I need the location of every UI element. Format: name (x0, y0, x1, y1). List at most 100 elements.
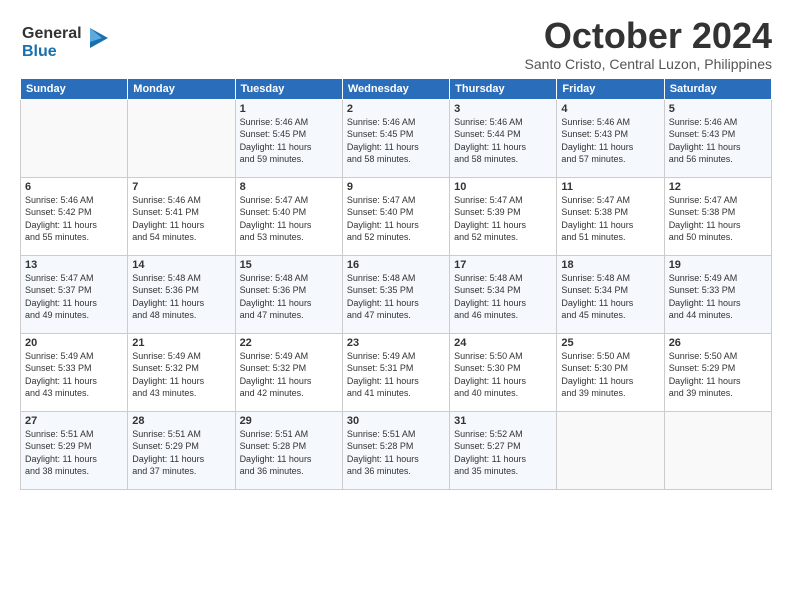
calendar-cell: 11Sunrise: 5:47 AMSunset: 5:38 PMDayligh… (557, 177, 664, 255)
calendar-cell: 5Sunrise: 5:46 AMSunset: 5:43 PMDaylight… (664, 99, 771, 177)
calendar-cell (664, 411, 771, 489)
calendar-cell: 25Sunrise: 5:50 AMSunset: 5:30 PMDayligh… (557, 333, 664, 411)
day-info: Sunrise: 5:46 AMSunset: 5:43 PMDaylight:… (561, 116, 659, 166)
day-info: Sunrise: 5:46 AMSunset: 5:43 PMDaylight:… (669, 116, 767, 166)
day-number: 26 (669, 337, 767, 349)
calendar-cell: 3Sunrise: 5:46 AMSunset: 5:44 PMDaylight… (450, 99, 557, 177)
col-header-tuesday: Tuesday (235, 78, 342, 99)
day-number: 16 (347, 259, 445, 271)
day-number: 13 (25, 259, 123, 271)
day-number: 14 (132, 259, 230, 271)
day-info: Sunrise: 5:46 AMSunset: 5:42 PMDaylight:… (25, 194, 123, 244)
day-info: Sunrise: 5:51 AMSunset: 5:29 PMDaylight:… (25, 428, 123, 478)
day-info: Sunrise: 5:50 AMSunset: 5:30 PMDaylight:… (561, 350, 659, 400)
logo: General Blue (20, 20, 110, 64)
col-header-wednesday: Wednesday (342, 78, 449, 99)
day-info: Sunrise: 5:49 AMSunset: 5:32 PMDaylight:… (240, 350, 338, 400)
calendar-cell: 29Sunrise: 5:51 AMSunset: 5:28 PMDayligh… (235, 411, 342, 489)
calendar-cell: 1Sunrise: 5:46 AMSunset: 5:45 PMDaylight… (235, 99, 342, 177)
day-info: Sunrise: 5:47 AMSunset: 5:39 PMDaylight:… (454, 194, 552, 244)
day-info: Sunrise: 5:49 AMSunset: 5:32 PMDaylight:… (132, 350, 230, 400)
day-info: Sunrise: 5:49 AMSunset: 5:31 PMDaylight:… (347, 350, 445, 400)
day-number: 3 (454, 103, 552, 115)
day-number: 28 (132, 415, 230, 427)
day-number: 25 (561, 337, 659, 349)
svg-text:General: General (22, 25, 82, 42)
col-header-friday: Friday (557, 78, 664, 99)
day-info: Sunrise: 5:46 AMSunset: 5:45 PMDaylight:… (347, 116, 445, 166)
day-number: 9 (347, 181, 445, 193)
calendar-cell: 4Sunrise: 5:46 AMSunset: 5:43 PMDaylight… (557, 99, 664, 177)
calendar-cell: 2Sunrise: 5:46 AMSunset: 5:45 PMDaylight… (342, 99, 449, 177)
calendar-cell: 30Sunrise: 5:51 AMSunset: 5:28 PMDayligh… (342, 411, 449, 489)
day-info: Sunrise: 5:46 AMSunset: 5:44 PMDaylight:… (454, 116, 552, 166)
calendar-cell (128, 99, 235, 177)
day-number: 17 (454, 259, 552, 271)
day-number: 12 (669, 181, 767, 193)
day-info: Sunrise: 5:50 AMSunset: 5:29 PMDaylight:… (669, 350, 767, 400)
calendar-cell: 24Sunrise: 5:50 AMSunset: 5:30 PMDayligh… (450, 333, 557, 411)
month-title: October 2024 (525, 16, 772, 56)
calendar-cell: 21Sunrise: 5:49 AMSunset: 5:32 PMDayligh… (128, 333, 235, 411)
calendar-cell: 16Sunrise: 5:48 AMSunset: 5:35 PMDayligh… (342, 255, 449, 333)
day-info: Sunrise: 5:47 AMSunset: 5:40 PMDaylight:… (347, 194, 445, 244)
day-number: 1 (240, 103, 338, 115)
day-number: 30 (347, 415, 445, 427)
day-info: Sunrise: 5:51 AMSunset: 5:28 PMDaylight:… (347, 428, 445, 478)
calendar-cell: 20Sunrise: 5:49 AMSunset: 5:33 PMDayligh… (21, 333, 128, 411)
day-number: 7 (132, 181, 230, 193)
day-number: 5 (669, 103, 767, 115)
day-info: Sunrise: 5:49 AMSunset: 5:33 PMDaylight:… (25, 350, 123, 400)
calendar-cell: 26Sunrise: 5:50 AMSunset: 5:29 PMDayligh… (664, 333, 771, 411)
day-info: Sunrise: 5:47 AMSunset: 5:38 PMDaylight:… (669, 194, 767, 244)
day-number: 8 (240, 181, 338, 193)
calendar-cell: 17Sunrise: 5:48 AMSunset: 5:34 PMDayligh… (450, 255, 557, 333)
col-header-thursday: Thursday (450, 78, 557, 99)
day-info: Sunrise: 5:52 AMSunset: 5:27 PMDaylight:… (454, 428, 552, 478)
day-info: Sunrise: 5:48 AMSunset: 5:36 PMDaylight:… (240, 272, 338, 322)
col-header-monday: Monday (128, 78, 235, 99)
day-number: 31 (454, 415, 552, 427)
calendar-cell: 18Sunrise: 5:48 AMSunset: 5:34 PMDayligh… (557, 255, 664, 333)
col-header-saturday: Saturday (664, 78, 771, 99)
calendar-cell: 8Sunrise: 5:47 AMSunset: 5:40 PMDaylight… (235, 177, 342, 255)
day-info: Sunrise: 5:48 AMSunset: 5:34 PMDaylight:… (561, 272, 659, 322)
day-number: 18 (561, 259, 659, 271)
day-number: 10 (454, 181, 552, 193)
svg-text:Blue: Blue (22, 43, 57, 60)
calendar-cell: 12Sunrise: 5:47 AMSunset: 5:38 PMDayligh… (664, 177, 771, 255)
calendar-cell: 13Sunrise: 5:47 AMSunset: 5:37 PMDayligh… (21, 255, 128, 333)
day-number: 29 (240, 415, 338, 427)
calendar-cell: 9Sunrise: 5:47 AMSunset: 5:40 PMDaylight… (342, 177, 449, 255)
day-info: Sunrise: 5:47 AMSunset: 5:38 PMDaylight:… (561, 194, 659, 244)
day-info: Sunrise: 5:50 AMSunset: 5:30 PMDaylight:… (454, 350, 552, 400)
day-number: 23 (347, 337, 445, 349)
day-number: 15 (240, 259, 338, 271)
col-header-sunday: Sunday (21, 78, 128, 99)
calendar-cell: 27Sunrise: 5:51 AMSunset: 5:29 PMDayligh… (21, 411, 128, 489)
day-info: Sunrise: 5:48 AMSunset: 5:36 PMDaylight:… (132, 272, 230, 322)
calendar-cell: 22Sunrise: 5:49 AMSunset: 5:32 PMDayligh… (235, 333, 342, 411)
day-info: Sunrise: 5:48 AMSunset: 5:35 PMDaylight:… (347, 272, 445, 322)
day-info: Sunrise: 5:47 AMSunset: 5:40 PMDaylight:… (240, 194, 338, 244)
calendar-cell: 28Sunrise: 5:51 AMSunset: 5:29 PMDayligh… (128, 411, 235, 489)
day-number: 2 (347, 103, 445, 115)
calendar-cell: 15Sunrise: 5:48 AMSunset: 5:36 PMDayligh… (235, 255, 342, 333)
calendar-cell: 10Sunrise: 5:47 AMSunset: 5:39 PMDayligh… (450, 177, 557, 255)
day-number: 20 (25, 337, 123, 349)
day-number: 24 (454, 337, 552, 349)
title-block: October 2024 Santo Cristo, Central Luzon… (525, 16, 772, 72)
day-number: 27 (25, 415, 123, 427)
day-info: Sunrise: 5:46 AMSunset: 5:41 PMDaylight:… (132, 194, 230, 244)
day-number: 22 (240, 337, 338, 349)
day-info: Sunrise: 5:51 AMSunset: 5:29 PMDaylight:… (132, 428, 230, 478)
day-number: 21 (132, 337, 230, 349)
calendar-cell: 23Sunrise: 5:49 AMSunset: 5:31 PMDayligh… (342, 333, 449, 411)
calendar-cell: 14Sunrise: 5:48 AMSunset: 5:36 PMDayligh… (128, 255, 235, 333)
calendar-table: SundayMondayTuesdayWednesdayThursdayFrid… (20, 78, 772, 490)
day-info: Sunrise: 5:47 AMSunset: 5:37 PMDaylight:… (25, 272, 123, 322)
day-number: 11 (561, 181, 659, 193)
day-info: Sunrise: 5:48 AMSunset: 5:34 PMDaylight:… (454, 272, 552, 322)
calendar-cell: 31Sunrise: 5:52 AMSunset: 5:27 PMDayligh… (450, 411, 557, 489)
day-info: Sunrise: 5:51 AMSunset: 5:28 PMDaylight:… (240, 428, 338, 478)
